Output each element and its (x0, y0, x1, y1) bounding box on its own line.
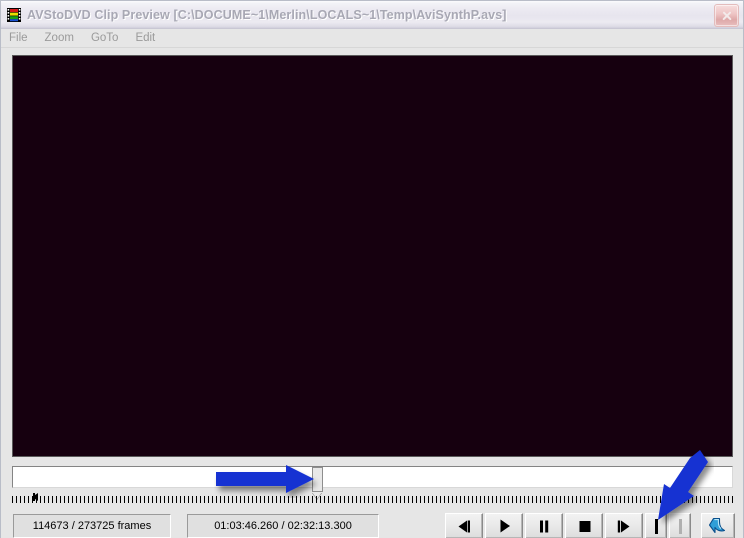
seek-trackbar[interactable] (12, 466, 733, 492)
next-frame-button[interactable] (605, 513, 643, 538)
menu-goto[interactable]: GoTo (89, 32, 128, 44)
mark-in-button[interactable] (645, 513, 667, 538)
seek-tick-marks (12, 494, 733, 503)
screenshot-root: AVStoDVD Clip Preview [C:\DOCUME~1\Merli… (0, 0, 744, 538)
seek-thumb[interactable] (312, 467, 323, 492)
menu-file[interactable]: File (7, 32, 37, 44)
stop-button[interactable] (565, 513, 603, 538)
transport-controls (445, 513, 735, 538)
previous-frame-button[interactable] (445, 513, 483, 538)
content-area (1, 48, 743, 509)
mark-in-icon (654, 518, 658, 534)
pause-button[interactable] (525, 513, 563, 538)
menubar: File Zoom GoTo Edit (1, 29, 743, 48)
film-strip-icon (6, 7, 22, 23)
time-counter-field: 01:03:46.260 / 02:32:13.300 (187, 514, 379, 538)
seek-bar-area (12, 463, 733, 509)
window-titlebar[interactable]: AVStoDVD Clip Preview [C:\DOCUME~1\Merli… (1, 1, 743, 29)
seek-start-marker-icon (32, 493, 38, 501)
clip-preview-window: AVStoDVD Clip Preview [C:\DOCUME~1\Merli… (0, 0, 744, 538)
mark-out-button[interactable] (669, 513, 691, 538)
play-button[interactable] (485, 513, 523, 538)
menu-zoom[interactable]: Zoom (43, 32, 83, 44)
close-icon[interactable] (714, 4, 739, 27)
bottom-toolbar: 114673 / 273725 frames 01:03:46.260 / 02… (1, 509, 743, 538)
mark-out-icon (678, 518, 682, 534)
jump-button[interactable] (701, 513, 735, 538)
frame-counter-field: 114673 / 273725 frames (13, 514, 171, 538)
video-preview-panel[interactable] (12, 55, 733, 457)
blue-curved-arrow-icon (708, 517, 726, 534)
menu-edit[interactable]: Edit (133, 32, 164, 44)
window-title: AVStoDVD Clip Preview [C:\DOCUME~1\Merli… (27, 7, 507, 22)
